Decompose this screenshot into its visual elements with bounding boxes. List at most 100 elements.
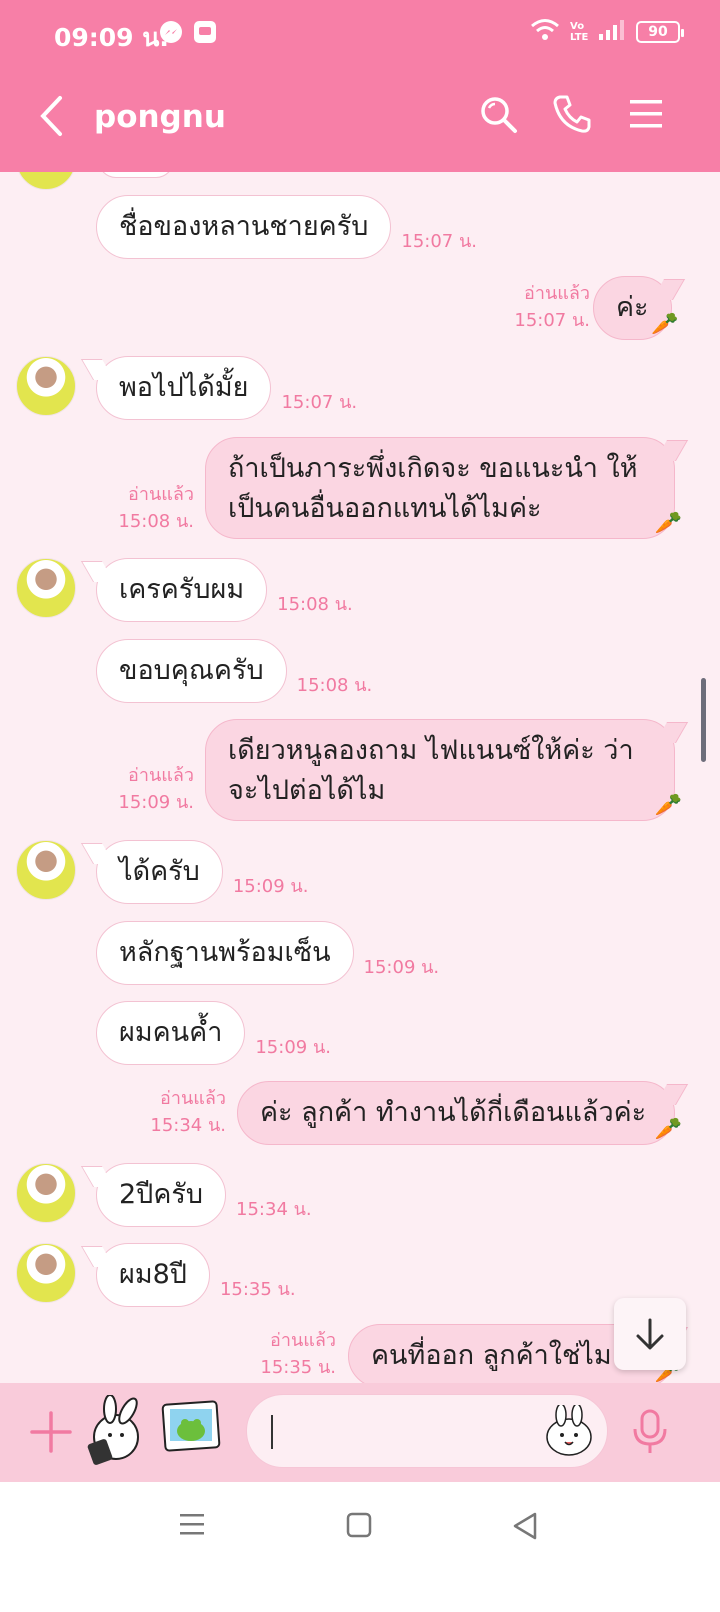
message-time: 15:35 น.	[260, 1357, 336, 1378]
message-time: 15:09 น.	[118, 792, 194, 813]
emoji-icon[interactable]	[543, 1403, 595, 1457]
message-bubble[interactable]: ค่ะ 🥕	[593, 276, 679, 340]
message-incoming: ขอบคุณครับ 15:08 น.	[96, 639, 372, 703]
message-meta: อ่านแล้ว 15:09 น.	[118, 762, 194, 816]
search-icon[interactable]	[478, 94, 518, 138]
message-bubble[interactable]: ชื่อของหลานชายครับ	[96, 195, 392, 259]
avatar[interactable]	[16, 840, 76, 900]
carrot-icon: 🥕	[651, 312, 679, 337]
read-status: อ่านแล้ว	[160, 1088, 226, 1109]
back-nav-icon[interactable]	[512, 1512, 538, 1544]
sticker-icon[interactable]	[86, 1394, 148, 1465]
message-meta: อ่านแล้ว 15:34 น.	[150, 1085, 226, 1139]
message-incoming: ชื่อของหลานชายครับ 15:07 น.	[96, 195, 477, 259]
message-incoming: 2ปีครับ 15:34 น.	[96, 1163, 312, 1227]
back-icon[interactable]	[38, 94, 64, 142]
message-text: ผม8ปี	[119, 1259, 187, 1290]
text-caret	[271, 1415, 273, 1449]
message-text: คนที่ออก ลูกค้าใช่ไม	[371, 1340, 612, 1371]
message-incoming: ผมคนค้ำ 15:09 น.	[96, 1001, 331, 1065]
message-incoming: พอไปได้มั้ย 15:07 น.	[96, 356, 357, 420]
message-time: 15:07 น.	[281, 392, 358, 413]
message-bubble[interactable]: เดียวหนูลองถาม ไฟแนนซ์ให้ค่ะ ว่า จะไปต่อ…	[205, 719, 682, 821]
message-bubble[interactable]: พอไปได้มั้ย	[96, 356, 272, 420]
message-text: พอไปได้มั้ย	[119, 372, 249, 403]
carrot-icon: 🥕	[654, 793, 682, 818]
message-bubble-partial	[98, 172, 174, 178]
message-incoming: ผม8ปี 15:35 น.	[96, 1243, 296, 1307]
status-time: 09:09 น.	[54, 23, 169, 52]
message-bubble[interactable]: ถ้าเป็นภาระพึ่งเกิดจะ ขอแนะนำ ให้ เป็นคน…	[205, 437, 682, 539]
phone-icon[interactable]	[552, 94, 592, 138]
message-text-line: จะไปต่อได้ไม	[228, 775, 386, 806]
message-bubble[interactable]: เครครับผม	[96, 558, 268, 622]
messenger-icon	[160, 21, 182, 43]
message-time: 15:35 น.	[219, 1279, 296, 1300]
message-text: ได้ครับ	[119, 856, 200, 887]
read-status: อ่านแล้ว	[128, 765, 194, 786]
message-outgoing: เดียวหนูลองถาม ไฟแนนซ์ให้ค่ะ ว่า จะไปต่อ…	[205, 719, 682, 821]
message-outgoing: ถ้าเป็นภาระพึ่งเกิดจะ ขอแนะนำ ให้ เป็นคน…	[205, 437, 682, 539]
message-text: ขอบคุณครับ	[119, 655, 264, 686]
message-text: 2ปีครับ	[119, 1179, 204, 1210]
message-bubble[interactable]: ขอบคุณครับ	[96, 639, 287, 703]
message-time: 15:08 น.	[277, 594, 353, 615]
microphone-icon[interactable]	[632, 1409, 668, 1459]
chat-area[interactable]: ชื่อของหลานชายครับ 15:07 น. อ่านแล้ว 15:…	[0, 172, 720, 1422]
scrollbar[interactable]	[701, 678, 706, 762]
message-text-line: เป็นคนอื่นออกแทนได้ไมค่ะ	[228, 493, 542, 524]
chat-title: pongnu	[94, 99, 226, 135]
message-text: ค่ะ	[616, 292, 649, 323]
carrot-icon: 🥕	[654, 511, 682, 536]
message-text-line: ถ้าเป็นภาระพึ่งเกิดจะ ขอแนะนำ ให้	[228, 453, 638, 484]
scroll-to-bottom-button[interactable]	[614, 1298, 686, 1370]
message-bubble[interactable]: ผมคนค้ำ	[96, 1001, 246, 1065]
message-text: หลักฐานพร้อมเซ็น	[119, 937, 331, 968]
message-outgoing: ค่ะ 🥕	[593, 276, 679, 340]
plus-icon[interactable]	[30, 1411, 72, 1457]
message-time: 15:08 น.	[118, 511, 194, 532]
menu-icon[interactable]	[628, 94, 664, 138]
image-sticker-icon[interactable]	[160, 1395, 222, 1465]
home-icon[interactable]	[346, 1512, 372, 1542]
carrot-icon: 🥕	[654, 1117, 682, 1142]
system-nav-bar	[0, 1482, 720, 1612]
message-time: 15:09 น.	[255, 1037, 331, 1058]
volte-icon: Vo LTE	[570, 21, 589, 43]
message-text: เครครับผม	[119, 574, 245, 605]
message-incoming: เครครับผม 15:08 น.	[96, 558, 353, 622]
status-bar: 09:09 น. Vo LTE 90	[0, 0, 720, 66]
battery-icon: 90	[636, 21, 684, 43]
message-time: 15:08 น.	[296, 675, 373, 696]
avatar[interactable]	[16, 172, 76, 190]
read-status: อ่านแล้ว	[128, 484, 194, 505]
message-time: 15:07 น.	[401, 231, 477, 252]
message-meta: อ่านแล้ว 15:35 น.	[260, 1327, 336, 1381]
arrow-down-icon	[636, 1318, 664, 1350]
message-meta: อ่านแล้ว 15:07 น.	[514, 280, 590, 334]
message-time: 15:34 น.	[150, 1115, 226, 1136]
message-meta: อ่านแล้ว 15:08 น.	[118, 481, 194, 535]
avatar[interactable]	[16, 558, 76, 618]
message-time: 15:07 น.	[514, 310, 590, 331]
message-incoming: หลักฐานพร้อมเซ็น 15:09 น.	[96, 921, 439, 985]
chat-app-icon	[194, 21, 216, 43]
message-text: ผมคนค้ำ	[119, 1017, 223, 1048]
message-bubble[interactable]: ค่ะ ลูกค้า ทำงานได้กี่เดือนแล้วค่ะ 🥕	[237, 1081, 682, 1145]
message-bubble[interactable]: ได้ครับ	[96, 840, 223, 904]
message-input[interactable]	[246, 1394, 608, 1468]
avatar[interactable]	[16, 356, 76, 416]
avatar[interactable]	[16, 1243, 76, 1303]
recent-apps-icon[interactable]	[178, 1512, 206, 1542]
message-bubble[interactable]: 2ปีครับ	[96, 1163, 227, 1227]
chat-header: pongnu	[0, 66, 720, 172]
read-status: อ่านแล้ว	[270, 1330, 336, 1351]
avatar[interactable]	[16, 1163, 76, 1223]
message-time: 15:09 น.	[363, 957, 440, 978]
message-bubble[interactable]: ผม8ปี	[96, 1243, 210, 1307]
message-incoming: ได้ครับ 15:09 น.	[96, 840, 308, 904]
message-bubble[interactable]: หลักฐานพร้อมเซ็น	[96, 921, 354, 985]
message-input-bar	[0, 1383, 720, 1482]
message-text-line: เดียวหนูลองถาม ไฟแนนซ์ให้ค่ะ ว่า	[228, 735, 634, 766]
message-outgoing: ค่ะ ลูกค้า ทำงานได้กี่เดือนแล้วค่ะ 🥕	[237, 1081, 682, 1145]
